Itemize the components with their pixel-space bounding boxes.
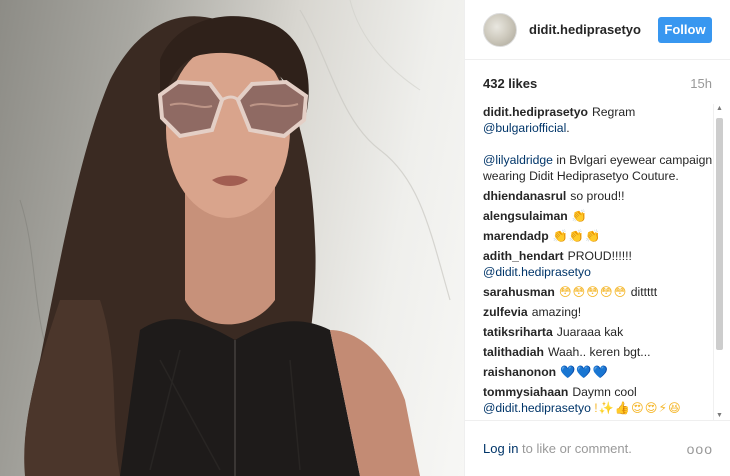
more-options-icon[interactable]: ooo	[687, 441, 713, 457]
caption-mention-1[interactable]: @bulgariofficial	[483, 121, 566, 135]
caption-username[interactable]: didit.hediprasetyo	[483, 105, 588, 119]
comment-item: alengsulaiman 👏	[483, 208, 713, 224]
comment-username[interactable]: marendadp	[483, 229, 549, 243]
post-username[interactable]: didit.hediprasetyo	[529, 22, 658, 37]
comment-item: talithadiah Waah.. keren bgt...	[483, 344, 713, 360]
comment-username[interactable]: adith_hendart	[483, 249, 564, 263]
clap-emoji: 👏👏👏	[552, 229, 602, 243]
clap-emoji: 👏	[571, 209, 588, 223]
comment-text: Daymn cool	[572, 385, 637, 399]
comment-mention[interactable]: @didit.hediprasetyo	[483, 265, 591, 279]
follow-button[interactable]: Follow	[658, 16, 712, 43]
profile-avatar[interactable]	[483, 12, 517, 47]
scroll-thumb[interactable]	[716, 118, 723, 350]
comment-item: sarahusman 😳😳😳😳😳 dittttt	[483, 284, 713, 300]
comment-item: dhiendanasrul so proud!!	[483, 188, 713, 204]
flushed-emoji: 😳😳😳😳😳	[558, 285, 628, 299]
comment-text: PROUD!!!!!!	[567, 249, 632, 263]
comment-item: adith_hendart PROUD!!!!!! @didit.hedipras…	[483, 248, 713, 280]
comment-username[interactable]: dhiendanasrul	[483, 189, 566, 203]
post-side-panel: didit.hediprasetyo Follow 432 likes 15h …	[464, 0, 730, 476]
blue-heart-emoji: 💙💙💙	[560, 365, 609, 379]
caption: didit.hediprasetyo Regram @bulgariofficia…	[483, 104, 713, 184]
login-prompt-text: to like or comment.	[518, 441, 632, 456]
comment-username[interactable]: tatiksriharta	[483, 325, 553, 339]
comment-item: marendadp 👏👏👏	[483, 228, 713, 244]
post-header: didit.hediprasetyo Follow	[465, 0, 730, 60]
comment-item: zulfevia amazing!	[483, 304, 713, 320]
comment-item: tatiksriharta Juaraaa kak	[483, 324, 713, 340]
comments-scrollbar[interactable]: ▲ ▼	[713, 104, 724, 420]
emoji-group: !✨👍😍😍⚡😆	[594, 401, 682, 415]
comment-text: so proud!!	[570, 189, 625, 203]
login-prompt: Log in to like or comment.	[483, 441, 632, 456]
likes-count[interactable]: 432 likes	[483, 76, 537, 91]
post-photo[interactable]	[0, 0, 464, 476]
caption-mention-2[interactable]: @lilyaldridge	[483, 153, 553, 167]
caption-period: .	[566, 121, 570, 135]
comment-text: dittttt	[627, 285, 658, 299]
likes-row: 432 likes 15h	[465, 60, 730, 106]
caption-text-1: Regram	[591, 105, 636, 119]
comment-username[interactable]: zulfevia	[483, 305, 528, 319]
comment-username[interactable]: talithadiah	[483, 345, 544, 359]
instagram-post-modal: didit.hediprasetyo Follow 432 likes 15h …	[0, 0, 730, 476]
comments-list: didit.hediprasetyo Regram @bulgariofficia…	[483, 104, 713, 420]
post-time[interactable]: 15h	[690, 76, 712, 91]
photo-illustration	[19, 0, 451, 476]
scroll-up-arrow-icon[interactable]: ▲	[715, 104, 724, 113]
comment-username[interactable]: sarahusman	[483, 285, 555, 299]
comment-text: amazing!	[531, 305, 582, 319]
comment-text: Waah.. keren bgt...	[547, 345, 651, 359]
comment-username[interactable]: raishanonon	[483, 365, 556, 379]
comment-text: Juaraaa kak	[556, 325, 624, 339]
comment-mention[interactable]: @didit.hediprasetyo	[483, 401, 591, 415]
comment-username[interactable]: alengsulaiman	[483, 209, 568, 223]
post-footer: Log in to like or comment. ooo	[465, 420, 730, 476]
comment-item: tommysiahaan Daymn cool @didit.hedipraset…	[483, 384, 713, 416]
comment-username[interactable]: tommysiahaan	[483, 385, 568, 399]
comment-item: raishanonon 💙💙💙	[483, 364, 713, 380]
caption-second-paragraph: @lilyaldridge in Bvlgari eyewear campaig…	[483, 152, 713, 184]
login-link[interactable]: Log in	[483, 441, 518, 456]
scroll-down-arrow-icon[interactable]: ▼	[715, 411, 724, 420]
